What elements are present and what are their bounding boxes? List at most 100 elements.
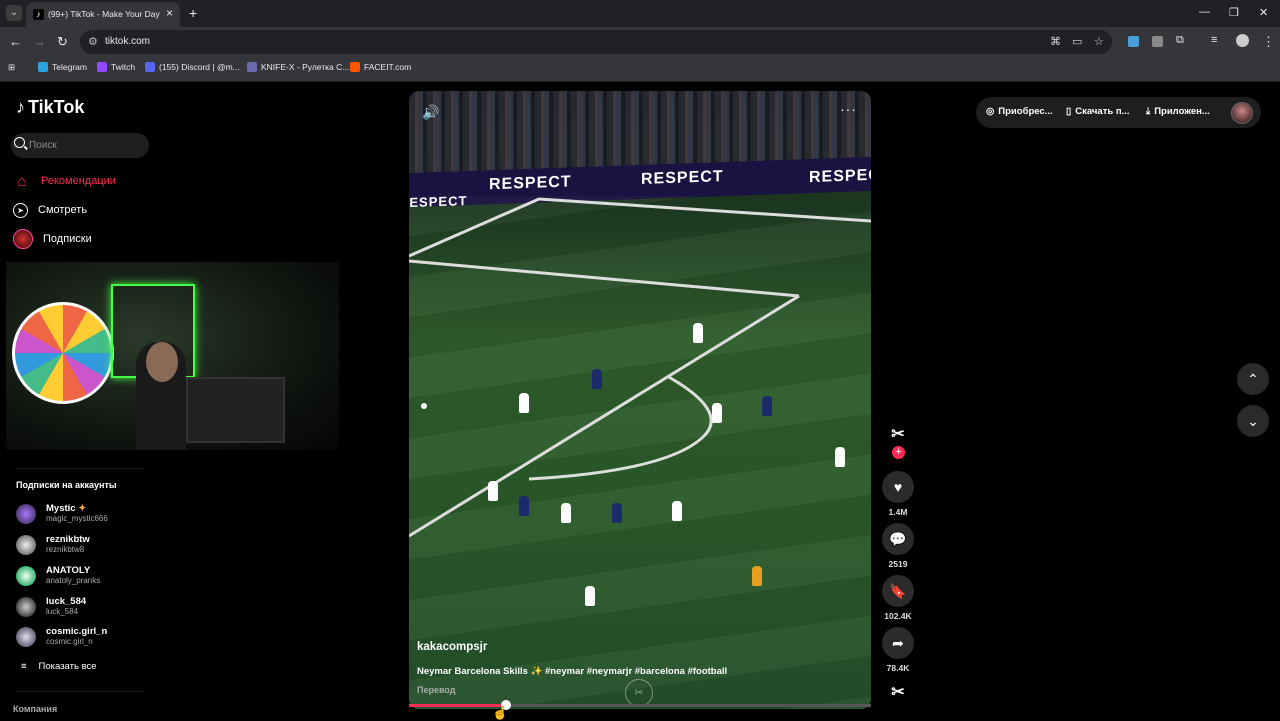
forward-icon[interactable]: → <box>33 34 46 49</box>
share-count: 78.4K <box>886 663 910 673</box>
site-info-icon[interactable]: ⚙ <box>88 35 98 48</box>
address-bar[interactable]: ⚙ tiktok.com ⌘ ▭ ☆ <box>80 30 1112 54</box>
show-all-button[interactable]: ≡ Показать все <box>21 661 97 672</box>
nav-item-explore[interactable]: ➤ Смотреть <box>13 199 87 221</box>
download-app-button[interactable]: ▯ Скачать п... <box>1066 106 1129 117</box>
video-player[interactable]: RESPECT RESPECT RESPECT RESPECT 🔊 ··· ka… <box>409 91 871 709</box>
media-icon[interactable]: ≡ <box>1211 34 1217 46</box>
buy-coins-button[interactable]: ◎ Приобрес... <box>986 106 1053 117</box>
player <box>712 403 722 423</box>
bookmark-star-icon[interactable]: ☆ <box>1094 35 1104 48</box>
next-video-button[interactable]: ⌄ <box>1237 405 1269 437</box>
following-account[interactable]: Mystic ✦ magic_mystic666 <box>16 503 108 524</box>
app-button[interactable]: ⤓ Приложен... <box>1146 106 1210 117</box>
following-account[interactable]: cosmic.girl_n cosmic.girl_n <box>16 626 107 647</box>
like-count: 1.4M <box>888 507 908 517</box>
browser-tab[interactable]: ♪ (99+) TikTok - Make Your Day × <box>26 2 180 27</box>
account-handle: luck_584 <box>46 607 79 616</box>
player <box>561 503 571 523</box>
comment-button[interactable]: 💬 <box>882 523 914 555</box>
tab-title: (99+) TikTok - Make Your Day <box>48 9 160 19</box>
apps-icon[interactable]: ⊞ <box>8 62 15 73</box>
restore-icon[interactable]: ❐ <box>1229 6 1239 19</box>
new-tab-icon[interactable]: + <box>189 5 197 21</box>
company-link[interactable]: Компания <box>13 704 57 714</box>
volume-icon[interactable]: 🔊 <box>422 104 439 121</box>
back-icon[interactable]: ← <box>9 34 22 49</box>
account-handle: anatoly_pranks <box>46 576 101 585</box>
bookmark-twitch[interactable]: Twitch <box>97 62 135 72</box>
extension-icon[interactable] <box>1128 36 1139 47</box>
watermark-logo-icon: ✂ <box>625 679 653 707</box>
window-close-icon[interactable]: ✕ <box>1259 6 1268 19</box>
reload-icon[interactable]: ↻ <box>57 34 68 50</box>
profile-avatar[interactable] <box>1231 102 1253 124</box>
player <box>835 447 845 467</box>
bookmark-telegram[interactable]: Telegram <box>38 62 87 72</box>
player <box>592 369 602 389</box>
bookmark-knifex[interactable]: KNIFE-X - Рулетка С... <box>247 62 349 72</box>
tiktok-favicon-icon: ♪ <box>33 9 44 20</box>
account-name: luck_584 <box>46 596 87 607</box>
chevron-down-icon: ⌄ <box>1247 412 1259 429</box>
video-author[interactable]: kakacompsjr <box>417 641 487 653</box>
account-name: reznikbtw <box>46 534 90 545</box>
knifex-icon <box>247 62 257 72</box>
tab-close-icon[interactable]: × <box>166 6 173 20</box>
comment-icon: 💬 <box>889 530 907 547</box>
menu-icon[interactable]: ⋮ <box>1262 34 1275 50</box>
minimize-icon[interactable]: — <box>1199 6 1210 18</box>
translate-link[interactable]: Перевод <box>417 685 455 695</box>
divider <box>16 468 144 469</box>
nav-item-following[interactable]: Подписки <box>13 228 92 250</box>
following-account[interactable]: ANATOLY anatoly_pranks <box>16 565 100 586</box>
bookmark-discord[interactable]: (155) Discord | @m... <box>145 62 240 72</box>
browser-toolbar: ← → ↻ ⚙ tiktok.com ⌘ ▭ ☆ ⧉ ≡ ⋮ <box>0 27 1280 57</box>
divider <box>16 691 144 692</box>
cast-icon[interactable]: ▭ <box>1072 35 1082 48</box>
compass-icon: ➤ <box>13 202 28 218</box>
following-account[interactable]: reznikbtw reznikbtw8 <box>16 534 90 555</box>
player <box>519 393 529 413</box>
bookmark-button[interactable]: 🔖 <box>882 575 914 607</box>
tab-search-icon[interactable]: ⌄ <box>6 5 22 21</box>
stream-webcam-overlay <box>6 262 339 450</box>
more-options-icon[interactable]: ··· <box>840 101 857 117</box>
player <box>762 396 772 416</box>
streamer-head <box>146 342 178 382</box>
search-input[interactable]: Поиск <box>11 133 149 158</box>
extension-icon[interactable] <box>1152 36 1163 47</box>
avatar <box>16 626 36 647</box>
account-name: ANATOLY <box>46 565 91 576</box>
following-account[interactable]: luck_584 luck_584 <box>16 596 86 617</box>
bookmark-faceit[interactable]: FACEIT.com <box>350 62 411 72</box>
account-handle: magic_mystic666 <box>46 514 108 523</box>
translate-icon[interactable]: ⌘ <box>1050 35 1061 48</box>
music-disc-icon[interactable]: ✂ <box>883 678 913 708</box>
heart-icon: ♥ <box>893 479 903 495</box>
telegram-icon <box>38 62 48 72</box>
search-placeholder: Поиск <box>29 140 57 151</box>
previous-video-button[interactable]: ⌃ <box>1237 363 1269 395</box>
download-icon: ⤓ <box>1146 106 1151 117</box>
nav-item-recommendations[interactable]: ⌂ Рекомендации <box>13 170 115 192</box>
referee <box>752 566 762 586</box>
avatar <box>16 534 36 555</box>
browser-tabbar: ⌄ ♪ (99+) TikTok - Make Your Day × + — ❐… <box>0 0 1280 27</box>
video-progress-bar[interactable] <box>409 700 871 710</box>
account-name: cosmic.girl_n <box>46 626 108 637</box>
tiktok-logo[interactable]: ♪ TikTok <box>16 97 84 118</box>
faceit-icon <box>350 62 360 72</box>
mouse-cursor-icon: ☝ <box>492 705 509 720</box>
list-icon: ≡ <box>21 661 27 672</box>
discord-icon <box>145 62 155 72</box>
share-button[interactable]: ➦ <box>882 627 914 659</box>
like-button[interactable]: ♥ <box>882 471 914 503</box>
prize-wheel <box>12 302 114 404</box>
follow-plus-icon[interactable]: + <box>892 446 905 459</box>
extensions-puzzle-icon[interactable]: ⧉ <box>1176 34 1184 47</box>
phone-icon: ▯ <box>1066 106 1072 117</box>
profile-icon[interactable] <box>1236 34 1249 47</box>
player <box>612 503 622 523</box>
top-actions-bar: ◎ Приобрес... ▯ Скачать п... ⤓ Приложен... <box>976 97 1261 128</box>
